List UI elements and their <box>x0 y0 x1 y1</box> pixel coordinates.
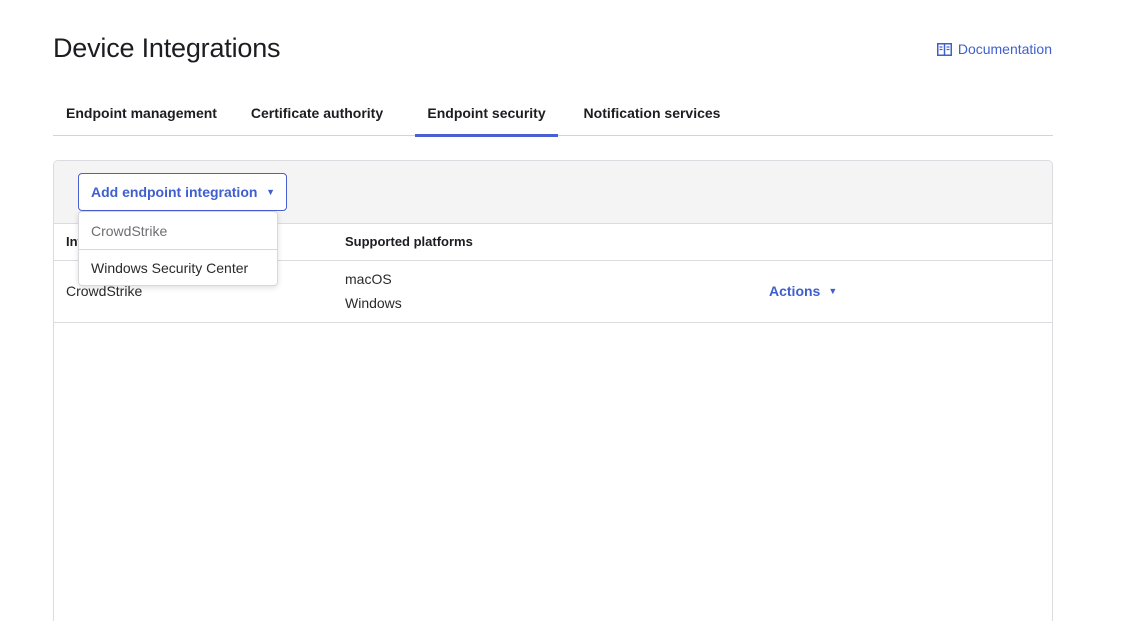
tab-bar: Endpoint management Certificate authorit… <box>53 90 1053 137</box>
platforms-list: macOS Windows <box>345 267 402 315</box>
platform-item: macOS <box>345 271 392 287</box>
platform-item: Windows <box>345 295 402 311</box>
add-endpoint-integration-button[interactable]: Add endpoint integration ▼ <box>78 173 287 211</box>
tab-certificate-authority[interactable]: Certificate authority <box>242 90 392 136</box>
page-title: Device Integrations <box>53 33 281 63</box>
tab-notification-services[interactable]: Notification services <box>574 90 730 136</box>
add-endpoint-integration-label: Add endpoint integration <box>91 184 258 200</box>
actions-menu-button[interactable]: Actions ▼ <box>769 283 837 299</box>
dropdown-item-crowdstrike: CrowdStrike <box>91 222 168 239</box>
actions-label: Actions <box>769 283 821 299</box>
caret-down-icon: ▼ <box>828 286 838 296</box>
dropdown-item-windows-security-center[interactable]: Windows Security Center <box>79 249 277 286</box>
tab-endpoint-security[interactable]: Endpoint security <box>415 90 558 137</box>
caret-down-icon: ▼ <box>266 187 275 197</box>
add-integration-dropdown: CrowdStrike Windows Security Center <box>78 211 278 286</box>
documentation-label: Documentation <box>957 41 1052 57</box>
documentation-link[interactable]: Documentation <box>936 41 1052 57</box>
book-icon <box>936 42 952 56</box>
tab-endpoint-management[interactable]: Endpoint management <box>53 90 230 136</box>
column-header-supported-platforms: Supported platforms <box>345 234 473 249</box>
device-integrations-page: Device Integrations Documentation Endpoi… <box>0 0 1129 621</box>
